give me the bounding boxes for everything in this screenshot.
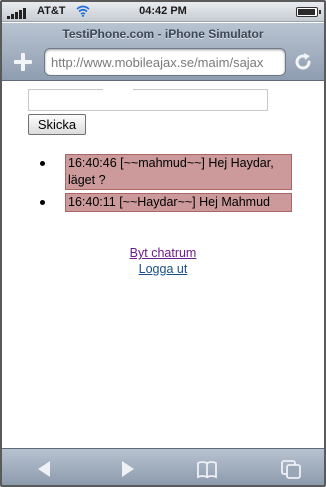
reload-icon[interactable] [292, 51, 314, 73]
link-group: Byt chatrum Logga ut [2, 245, 324, 277]
browser-toolbar [2, 448, 324, 485]
message-input[interactable] [28, 89, 268, 111]
forward-arrow-icon[interactable] [116, 459, 138, 479]
page-title: TestiPhone.com - iPhone Simulator [62, 27, 264, 41]
logout-link[interactable]: Logga ut [2, 261, 324, 277]
status-bar: AT&T 04:42 PM [2, 2, 324, 22]
battery-icon [296, 7, 321, 17]
list-item: 16:40:46 [~~mahmud~~] Hej Haydar, läget … [40, 154, 292, 190]
plus-icon[interactable] [12, 51, 34, 73]
pages-icon[interactable] [280, 459, 302, 479]
back-arrow-icon[interactable] [34, 459, 56, 479]
bookmarks-icon[interactable] [196, 459, 218, 479]
bullet-icon [40, 200, 45, 205]
browser-address-bar: TestiPhone.com - iPhone Simulator http:/… [2, 23, 324, 81]
status-clock: 04:42 PM [139, 5, 187, 17]
message-list: 16:40:46 [~~mahmud~~] Hej Haydar, läget … [40, 154, 292, 215]
message-text: 16:40:46 [~~mahmud~~] Hej Haydar, läget … [65, 154, 292, 190]
message-text: 16:40:11 [~~Haydar~~] Hej Mahmud [65, 193, 292, 212]
change-room-link[interactable]: Byt chatrum [2, 245, 324, 261]
url-field[interactable]: http://www.mobileajax.se/maim/sajax [44, 48, 286, 76]
iphone-simulator-frame: AT&T 04:42 PM TestiPhone.com - iPhone Si… [0, 0, 326, 487]
list-item: 16:40:11 [~~Haydar~~] Hej Mahmud [40, 193, 292, 212]
bullet-icon [40, 161, 45, 166]
page-content: Skicka 16:40:46 [~~mahmud~~] Hej Haydar,… [2, 82, 324, 448]
send-button[interactable]: Skicka [28, 114, 86, 135]
